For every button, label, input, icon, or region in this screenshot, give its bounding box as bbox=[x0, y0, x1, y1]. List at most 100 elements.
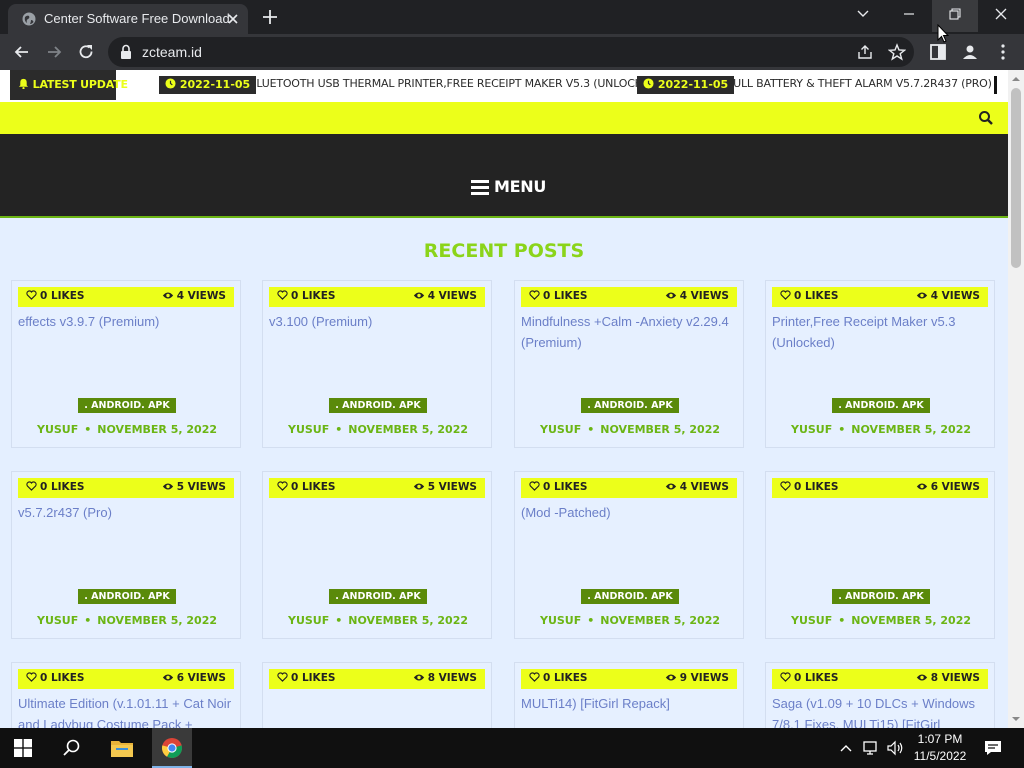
address-bar[interactable]: zcteam.id bbox=[108, 37, 914, 67]
post-card[interactable]: 0 LIKES 4 VIEWS v3.100 (Premium) . ANDROID.… bbox=[262, 280, 492, 448]
views-count: 4 VIEWS bbox=[665, 481, 729, 493]
likes-count[interactable]: 0 LIKES bbox=[529, 481, 587, 493]
post-card[interactable]: 0 LIKES 4 VIEWS (Mod -Patched) . ANDROID. A… bbox=[514, 471, 744, 639]
category-badge[interactable]: . ANDROID. APK bbox=[832, 589, 930, 604]
ticker-link[interactable]: FULL BATTERY & THEFT ALARM V5.7.2R437 (P… bbox=[727, 77, 992, 90]
reload-icon[interactable] bbox=[76, 42, 96, 62]
post-title-link[interactable]: MULTi14) [FitGirl Repack] bbox=[521, 693, 741, 714]
likes-count[interactable]: 0 LIKES bbox=[780, 290, 838, 302]
likes-count[interactable]: 0 LIKES bbox=[529, 672, 587, 684]
views-count: 4 VIEWS bbox=[916, 290, 980, 302]
share-icon[interactable] bbox=[856, 43, 874, 61]
post-title-link[interactable]: v5.7.2r437 (Pro) bbox=[18, 502, 238, 523]
file-explorer-icon[interactable] bbox=[110, 737, 134, 759]
post-title-link[interactable]: Mindfulness +Calm -Anxiety v2.29.4 (Prem… bbox=[521, 311, 741, 353]
post-card[interactable]: 0 LIKES 6 VIEWS . ANDROID. APK YUSUF • NOVEMB… bbox=[765, 471, 995, 639]
category-badge[interactable]: . ANDROID. APK bbox=[581, 589, 679, 604]
likes-count[interactable]: 0 LIKES bbox=[529, 290, 587, 302]
forward-arrow-icon[interactable] bbox=[44, 42, 64, 62]
likes-count[interactable]: 0 LIKES bbox=[26, 290, 84, 302]
lock-icon[interactable] bbox=[118, 43, 134, 61]
page-scrollbar[interactable] bbox=[1008, 70, 1024, 728]
profile-icon[interactable] bbox=[960, 42, 980, 62]
volume-icon[interactable] bbox=[886, 740, 904, 756]
ticker-link[interactable]: BLUETOOTH USB THERMAL PRINTER,FREE RECEI… bbox=[249, 77, 661, 90]
likes-count[interactable]: 0 LIKES bbox=[277, 672, 335, 684]
views-count: 8 VIEWS bbox=[916, 672, 980, 684]
more-menu-icon[interactable] bbox=[993, 42, 1013, 62]
post-card[interactable]: 0 LIKES 4 VIEWS Mindfulness +Calm -Anxiety… bbox=[514, 280, 744, 448]
post-card[interactable]: 0 LIKES 8 VIEWS bbox=[262, 662, 492, 728]
post-stats-bar: 0 LIKES 4 VIEWS bbox=[269, 287, 485, 307]
eye-icon bbox=[413, 483, 424, 490]
likes-count[interactable]: 0 LIKES bbox=[277, 481, 335, 493]
post-title-link[interactable]: Saga (v1.09 + 10 DLCs + Windows 7/8.1 Fi… bbox=[772, 693, 992, 728]
post-meta: YUSUF • NOVEMBER 5, 2022 bbox=[766, 614, 996, 627]
category-badge[interactable]: . ANDROID. APK bbox=[78, 398, 176, 413]
windows-start-icon[interactable] bbox=[14, 739, 32, 757]
new-tab-icon[interactable] bbox=[260, 7, 280, 27]
minimize-icon[interactable] bbox=[886, 0, 932, 32]
post-meta: YUSUF • NOVEMBER 5, 2022 bbox=[263, 614, 493, 627]
category-badge[interactable]: . ANDROID. APK bbox=[329, 398, 427, 413]
chrome-taskbar-button[interactable] bbox=[152, 728, 192, 768]
post-title-link[interactable]: Ultimate Edition (v.1.01.11 + Cat Noir a… bbox=[18, 693, 238, 728]
heart-icon bbox=[26, 672, 37, 682]
scroll-thumb[interactable] bbox=[1011, 88, 1021, 268]
post-author[interactable]: YUSUF bbox=[37, 423, 78, 436]
post-author[interactable]: YUSUF bbox=[791, 423, 832, 436]
post-card[interactable]: 0 LIKES 5 VIEWS v5.7.2r437 (Pro) . ANDROID.… bbox=[11, 471, 241, 639]
post-author[interactable]: YUSUF bbox=[791, 614, 832, 627]
taskbar-time[interactable]: 1:07 PM bbox=[912, 732, 968, 746]
scroll-down-icon[interactable] bbox=[1008, 712, 1024, 726]
post-card[interactable]: 0 LIKES 6 VIEWS Ultimate Edition (v.1.01.1… bbox=[11, 662, 241, 728]
post-card[interactable]: 0 LIKES 4 VIEWS Printer,Free Receipt Maker… bbox=[765, 280, 995, 448]
heart-icon bbox=[277, 290, 288, 300]
post-card[interactable]: 0 LIKES 8 VIEWS Saga (v1.09 + 10 DLCs + Wi… bbox=[765, 662, 995, 728]
browser-tab[interactable]: Center Software Free Download bbox=[8, 4, 248, 34]
likes-count[interactable]: 0 LIKES bbox=[780, 481, 838, 493]
post-category: . ANDROID. APK bbox=[515, 395, 745, 413]
post-category: . ANDROID. APK bbox=[263, 395, 493, 413]
category-badge[interactable]: . ANDROID. APK bbox=[329, 589, 427, 604]
likes-count[interactable]: 0 LIKES bbox=[780, 672, 838, 684]
post-author[interactable]: YUSUF bbox=[288, 423, 329, 436]
likes-count[interactable]: 0 LIKES bbox=[277, 290, 335, 302]
post-stats-bar: 0 LIKES 5 VIEWS bbox=[269, 478, 485, 498]
close-window-icon[interactable] bbox=[978, 0, 1024, 32]
close-tab-icon[interactable] bbox=[224, 10, 242, 28]
likes-count[interactable]: 0 LIKES bbox=[26, 672, 84, 684]
heart-icon bbox=[277, 481, 288, 491]
post-card[interactable]: 0 LIKES 4 VIEWS effects v3.9.7 (Premium) . … bbox=[11, 280, 241, 448]
post-title-link[interactable]: Printer,Free Receipt Maker v5.3 (Unlocke… bbox=[772, 311, 992, 353]
scroll-up-icon[interactable] bbox=[1008, 72, 1024, 86]
post-author[interactable]: YUSUF bbox=[540, 614, 581, 627]
search-taskbar-icon[interactable] bbox=[62, 738, 82, 758]
post-title-link[interactable]: v3.100 (Premium) bbox=[269, 311, 489, 332]
back-arrow-icon[interactable] bbox=[12, 42, 32, 62]
post-card[interactable]: 0 LIKES 5 VIEWS . ANDROID. APK YUSUF • NOVEMB… bbox=[262, 471, 492, 639]
post-title-link[interactable]: (Mod -Patched) bbox=[521, 502, 741, 523]
hamburger-icon[interactable] bbox=[470, 178, 490, 196]
network-icon[interactable] bbox=[862, 740, 880, 756]
post-author[interactable]: YUSUF bbox=[540, 423, 581, 436]
heart-icon bbox=[780, 672, 791, 682]
likes-count[interactable]: 0 LIKES bbox=[26, 481, 84, 493]
post-card[interactable]: 0 LIKES 9 VIEWS MULTi14) [FitGirl Repack] bbox=[514, 662, 744, 728]
eye-icon bbox=[916, 674, 927, 681]
bookmark-star-icon[interactable] bbox=[888, 43, 906, 61]
post-author[interactable]: YUSUF bbox=[37, 614, 78, 627]
category-badge[interactable]: . ANDROID. APK bbox=[78, 589, 176, 604]
post-author[interactable]: YUSUF bbox=[288, 614, 329, 627]
post-title-link[interactable]: effects v3.9.7 (Premium) bbox=[18, 311, 238, 332]
taskbar-date[interactable]: 11/5/2022 bbox=[908, 749, 972, 763]
notification-icon[interactable] bbox=[983, 739, 1003, 757]
tab-search-icon[interactable] bbox=[840, 0, 886, 32]
category-badge[interactable]: . ANDROID. APK bbox=[581, 398, 679, 413]
tray-chevron-up-icon[interactable] bbox=[838, 741, 854, 755]
search-icon[interactable] bbox=[976, 108, 996, 128]
side-panel-icon[interactable] bbox=[928, 42, 948, 62]
post-stats-bar: 0 LIKES 6 VIEWS bbox=[18, 669, 234, 689]
post-date: NOVEMBER 5, 2022 bbox=[851, 423, 972, 436]
category-badge[interactable]: . ANDROID. APK bbox=[832, 398, 930, 413]
